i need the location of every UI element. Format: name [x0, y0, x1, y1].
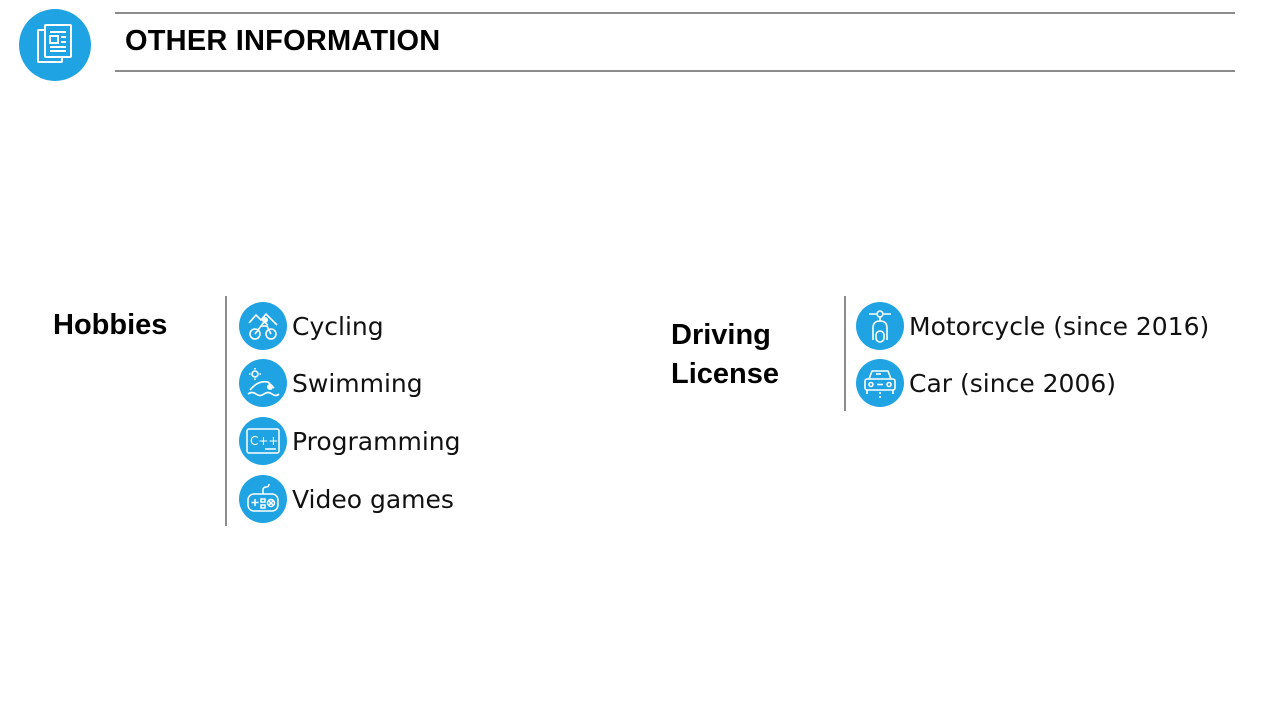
list-item: Motorcycle (since 2016)	[856, 301, 1209, 351]
hobbies-divider	[225, 296, 227, 526]
header-rule-top	[115, 12, 1235, 14]
driving-license-heading: Driving License	[671, 316, 779, 394]
license-label: Motorcycle (since 2016)	[909, 311, 1210, 341]
swimming-icon	[239, 359, 287, 407]
driving-license-heading-line1: Driving	[671, 319, 771, 351]
page-title: OTHER INFORMATION	[125, 25, 441, 57]
gamepad-icon	[239, 475, 287, 523]
hobby-label: Video games	[292, 484, 454, 514]
scooter-icon	[856, 302, 904, 350]
header-rule-bottom	[115, 70, 1235, 72]
list-item: Video games	[239, 474, 454, 524]
list-item: C++ Programming	[239, 416, 461, 466]
hobby-label: Swimming	[292, 368, 423, 398]
cpp-code-icon: C++	[239, 417, 287, 465]
list-item: Swimming	[239, 358, 423, 408]
hobbies-heading: Hobbies	[53, 309, 168, 341]
driving-license-heading-line2: License	[671, 358, 779, 390]
list-item: Car (since 2006)	[856, 358, 1116, 408]
car-icon	[856, 359, 904, 407]
hobby-label: Cycling	[292, 311, 384, 341]
license-label: Car (since 2006)	[909, 368, 1117, 398]
svg-text:C++: C++	[250, 434, 279, 448]
cycling-icon	[239, 302, 287, 350]
driving-divider	[844, 296, 846, 411]
list-item: Cycling	[239, 301, 384, 351]
hobby-label: Programming	[292, 426, 461, 456]
document-stack-icon	[19, 9, 91, 81]
